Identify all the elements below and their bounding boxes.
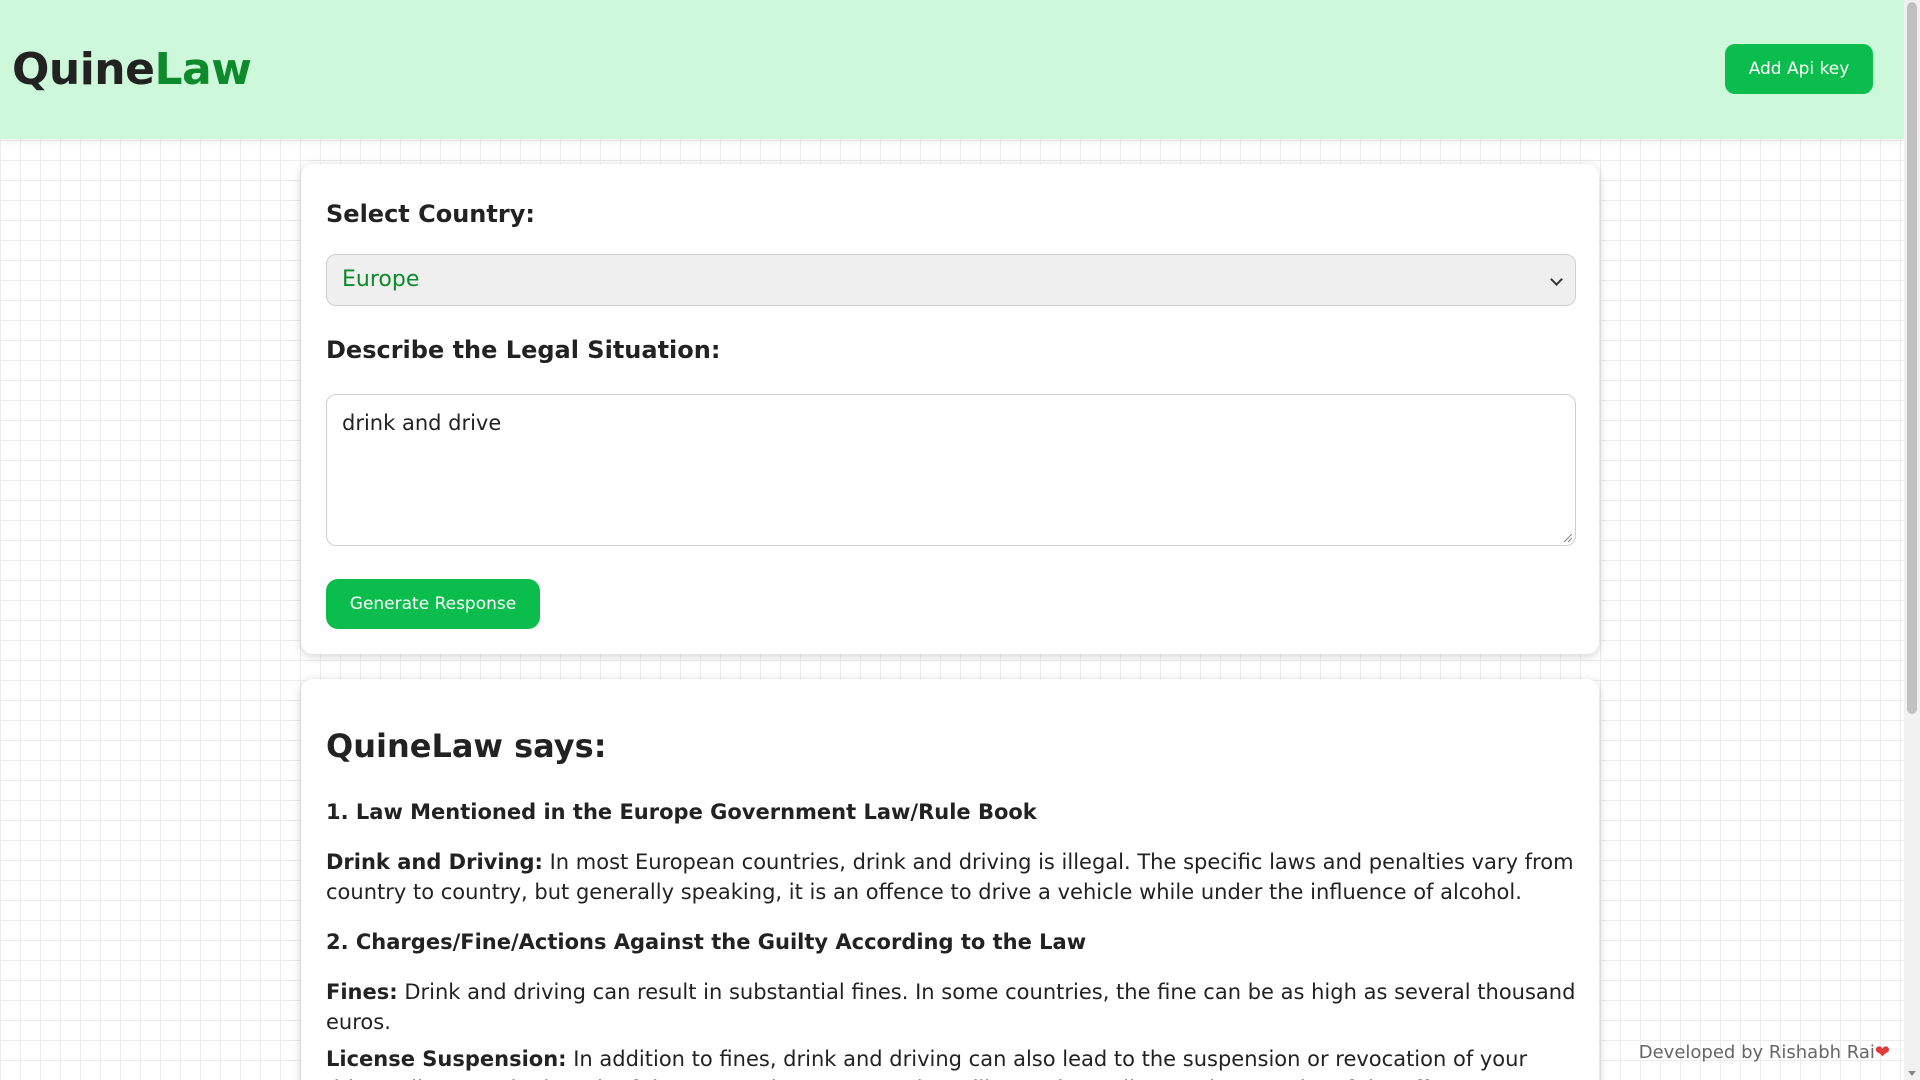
situation-textarea[interactable]: drink and drive: [326, 394, 1576, 546]
add-api-key-button[interactable]: Add Api key: [1725, 44, 1873, 94]
response-paragraph: Fines: Drink and driving can result in s…: [326, 977, 1581, 1037]
response-section-heading: 2. Charges/Fine/Actions Against the Guil…: [326, 930, 1087, 954]
scroll-down-arrow-icon[interactable]: [1908, 1071, 1916, 1076]
app-header: QuineLaw Add Api key: [0, 0, 1904, 139]
response-paragraph: License Suspension: In addition to fines…: [326, 1044, 1581, 1080]
scrollbar-thumb[interactable]: [1907, 2, 1917, 714]
app-logo[interactable]: QuineLaw: [12, 40, 252, 100]
response-term: License Suspension:: [326, 1047, 567, 1071]
response-paragraph: Drink and Driving: In most European coun…: [326, 847, 1581, 907]
response-term: Drink and Driving:: [326, 850, 543, 874]
response-text: Drink and driving can result in substant…: [326, 980, 1576, 1034]
country-label: Select Country:: [326, 200, 535, 228]
country-select[interactable]: Europe: [326, 254, 1576, 306]
heart-icon: ❤: [1874, 1042, 1890, 1063]
situation-label: Describe the Legal Situation:: [326, 336, 721, 364]
generate-response-button[interactable]: Generate Response: [326, 579, 540, 629]
footer-credit-text: Developed by Rishabh Rai: [1638, 1042, 1875, 1063]
query-form-card: Select Country: Europe Describe the Lega…: [301, 164, 1599, 654]
country-selected-value: Europe: [342, 267, 420, 292]
response-body: 1. Law Mentioned in the Europe Governmen…: [326, 797, 1581, 1080]
chevron-down-icon: [1550, 273, 1563, 286]
logo-text-quine: Quine: [12, 44, 155, 95]
logo-text-law: Law: [154, 44, 252, 95]
response-section-heading: 1. Law Mentioned in the Europe Governmen…: [326, 800, 1037, 824]
resize-grip-icon[interactable]: [1564, 534, 1572, 542]
response-card: QuineLaw says: 1. Law Mentioned in the E…: [301, 679, 1599, 1080]
footer-credit: Developed by Rishabh Rai❤: [1639, 1042, 1890, 1063]
situation-text: drink and drive: [342, 411, 502, 435]
response-title: QuineLaw says:: [326, 727, 607, 765]
response-term: Fines:: [326, 980, 398, 1004]
page-scrollbar[interactable]: [1904, 0, 1920, 1080]
